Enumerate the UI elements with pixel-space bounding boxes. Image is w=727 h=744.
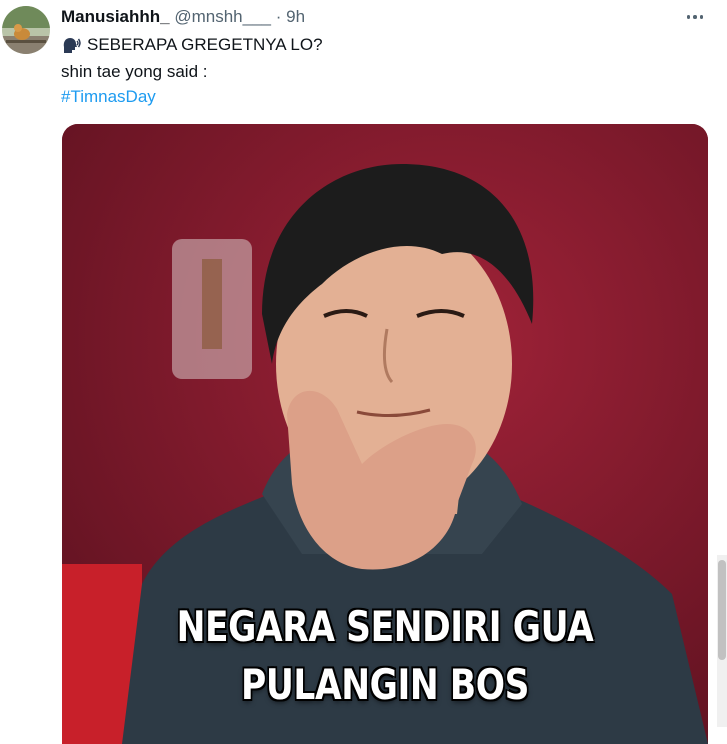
- meme-caption-line-2: PULANGIN BOS: [241, 660, 529, 709]
- avatar[interactable]: [2, 6, 50, 54]
- separator-dot: ·: [275, 7, 282, 26]
- tweet-text-line-1: SEBERAPA GREGETNYA LO?: [61, 34, 323, 56]
- user-handle[interactable]: @mnshh___: [174, 7, 271, 26]
- tweet-text-line-2: shin tae yong said :: [61, 62, 208, 81]
- meme-caption-line-1: NEGARA SENDIRI GUA: [176, 602, 594, 651]
- timestamp[interactable]: 9h: [286, 7, 305, 26]
- scrollbar-thumb[interactable]: [718, 560, 726, 660]
- speaking-head-icon: [63, 38, 81, 53]
- more-options-icon[interactable]: [683, 8, 707, 26]
- tweet-header: Manusiahhh_ @mnshh___ · 9h: [61, 6, 305, 28]
- tweet-image[interactable]: NEGARA SENDIRI GUA PULANGIN BOS: [62, 124, 708, 744]
- meme-photo: [62, 124, 708, 744]
- tweet-text-headline: SEBERAPA GREGETNYA LO?: [87, 35, 323, 54]
- display-name[interactable]: Manusiahhh_: [61, 7, 170, 26]
- tweet-card[interactable]: Manusiahhh_ @mnshh___ · 9h SEBERAPA GREG…: [0, 0, 727, 744]
- hashtag-link[interactable]: #TimnasDay: [61, 86, 156, 108]
